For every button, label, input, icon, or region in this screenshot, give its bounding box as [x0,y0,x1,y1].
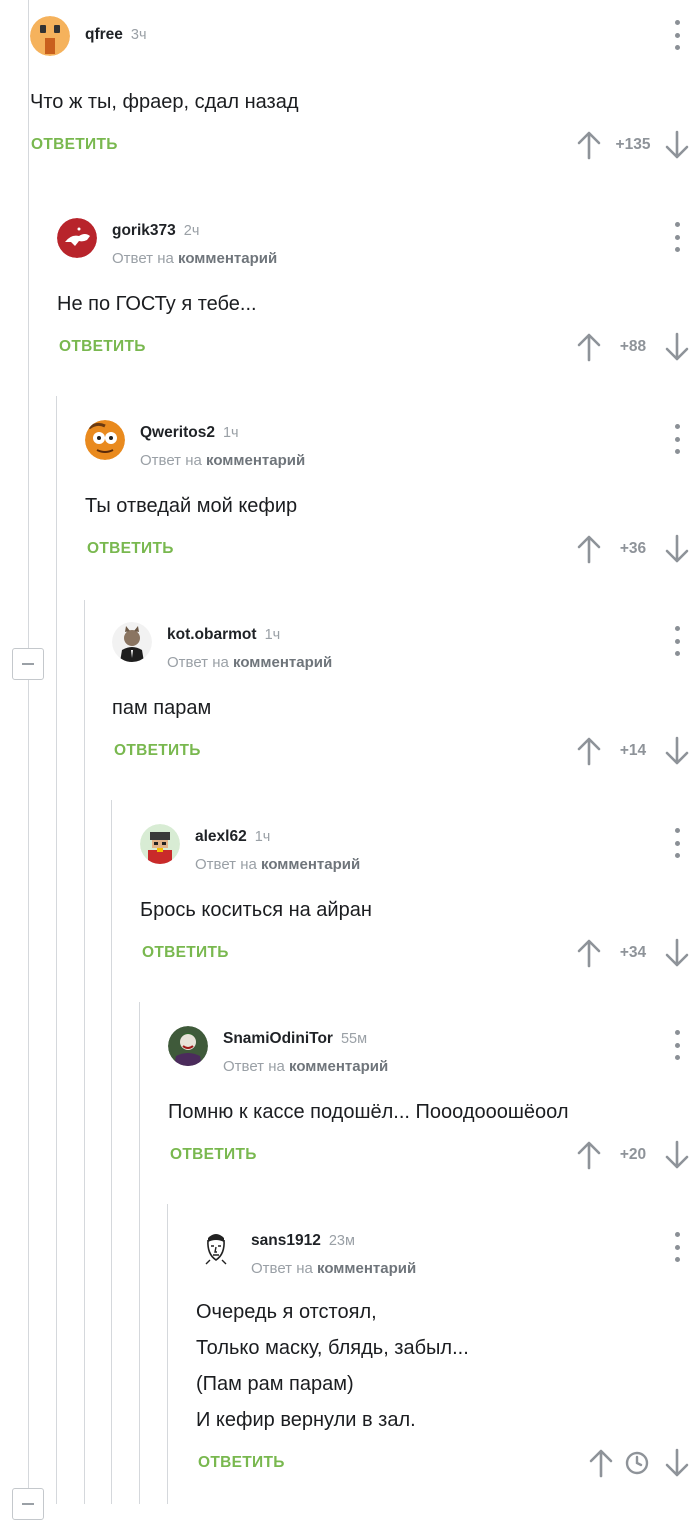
comment-text-line: Только маску, блядь, забыл... [196,1337,469,1359]
more-vertical-icon[interactable] [672,1030,682,1060]
reply-to-link[interactable]: Ответ на комментарий [140,452,305,469]
comment-text: Очередь я отстоял, Только маску, блядь, … [196,1294,469,1438]
collapse-thread-button[interactable] [12,648,44,680]
arrow-down-icon[interactable] [664,1448,690,1478]
reply-to-link[interactable]: Ответ на комментарий [251,1260,416,1277]
arrow-down-icon[interactable] [664,736,690,766]
rating: +34 [619,944,647,961]
arrow-up-icon[interactable] [576,736,602,766]
thread-line-level-4 [111,800,112,1504]
vote-block: +34 [576,936,690,970]
arrow-up-icon[interactable] [576,332,602,362]
reply-button[interactable]: ОТВЕТИТЬ [142,944,229,962]
arrow-down-icon[interactable] [664,130,690,160]
avatar-orange-icon [30,16,70,56]
arrow-up-icon[interactable] [576,1140,602,1170]
reply-to-link[interactable]: Ответ на комментарий [167,654,332,671]
username[interactable]: gorik373 2ч [112,222,199,240]
comment-time: 3ч [130,27,147,43]
collapse-minus-icon [22,663,34,665]
rating [624,1450,654,1476]
reply-button[interactable]: ОТВЕТИТЬ [87,540,174,558]
thread-line-level-2 [56,396,57,1504]
more-vertical-icon[interactable] [672,828,682,858]
avatar-pixel-icon [140,824,180,864]
avatar-sketch-face-icon [196,1228,236,1268]
arrow-down-icon[interactable] [664,1140,690,1170]
more-vertical-icon[interactable] [672,20,682,50]
more-vertical-icon[interactable] [672,626,682,656]
vote-block: +14 [576,734,690,768]
comment-text-line: Очередь я отстоял, [196,1301,377,1323]
rating: +14 [619,742,647,759]
comment-text: Брось коситься на айран [140,899,372,921]
arrow-down-icon[interactable] [664,332,690,362]
reply-button[interactable]: ОТВЕТИТЬ [114,742,201,760]
avatar-cat-suit-icon [112,622,152,662]
comment-time: 55м [340,1031,368,1047]
arrow-up-icon[interactable] [588,1448,614,1478]
comment-text-line: И кефир вернули в зал. [196,1409,416,1431]
comment-time: 1ч [222,425,239,441]
avatar[interactable] [168,1026,208,1066]
vote-block [588,1446,690,1480]
username[interactable]: alexl62 1ч [195,828,270,846]
vote-block: +88 [576,330,690,364]
username[interactable]: SnamiOdiniTor 55м [223,1030,367,1048]
comment-text-line: (Пам рам парам) [196,1373,354,1395]
avatar-red-lion-icon [57,218,97,258]
avatar[interactable] [140,824,180,864]
more-vertical-icon[interactable] [672,1232,682,1262]
avatar[interactable] [196,1228,236,1268]
reply-button[interactable]: ОТВЕТИТЬ [198,1454,285,1472]
vote-block: +135 [576,128,690,162]
reply-to-link[interactable]: Ответ на комментарий [195,856,360,873]
comment-text: Ты отведай мой кефир [85,495,298,517]
avatar-cartoon-icon [85,420,125,460]
arrow-up-icon[interactable] [576,938,602,968]
reply-to-link[interactable]: Ответ на комментарий [223,1058,388,1075]
arrow-up-icon[interactable] [576,534,602,564]
avatar[interactable] [85,420,125,460]
avatar[interactable] [57,218,97,258]
arrow-down-icon[interactable] [664,534,690,564]
username[interactable]: kot.obarmot 1ч [167,626,280,644]
thread-line-level-5 [139,1002,140,1504]
collapse-minus-icon [22,1503,34,1505]
comment-time: 1ч [264,627,281,643]
vote-block: +20 [576,1138,690,1172]
comment-text: Помню к кассе подошёл... Пооодооошёоол [168,1101,569,1123]
thread-line-level-3 [84,600,85,1504]
rating: +20 [619,1146,647,1163]
arrow-down-icon[interactable] [664,938,690,968]
vote-block: +36 [576,532,690,566]
rating: +36 [619,540,647,557]
clock-icon [625,1451,649,1475]
more-vertical-icon[interactable] [672,424,682,454]
arrow-up-icon[interactable] [576,130,602,160]
comment-text: Что ж ты, фраер, сдал назад [30,91,299,113]
collapse-thread-button-2[interactable] [12,1488,44,1520]
username[interactable]: Qweritos2 1ч [140,424,239,442]
reply-button[interactable]: ОТВЕТИТЬ [170,1146,257,1164]
comment-time: 1ч [254,829,271,845]
username[interactable]: sans1912 23м [251,1232,355,1250]
reply-to-link[interactable]: Ответ на комментарий [112,250,277,267]
avatar[interactable] [30,16,70,56]
reply-button[interactable]: ОТВЕТИТЬ [59,338,146,356]
more-vertical-icon[interactable] [672,222,682,252]
rating: +88 [619,338,647,355]
username[interactable]: qfree 3ч [85,26,147,44]
comment-text: Не по ГОСТу я тебе... [57,293,257,315]
rating: +135 [615,136,651,153]
comment-time: 2ч [183,223,200,239]
reply-button[interactable]: ОТВЕТИТЬ [31,136,118,154]
avatar-joker-icon [168,1026,208,1066]
thread-line-level-1 [28,0,29,1504]
avatar[interactable] [112,622,152,662]
thread-line-level-6 [167,1204,168,1504]
comment-time: 23м [328,1233,355,1249]
comment-text: пам парам [112,697,212,719]
